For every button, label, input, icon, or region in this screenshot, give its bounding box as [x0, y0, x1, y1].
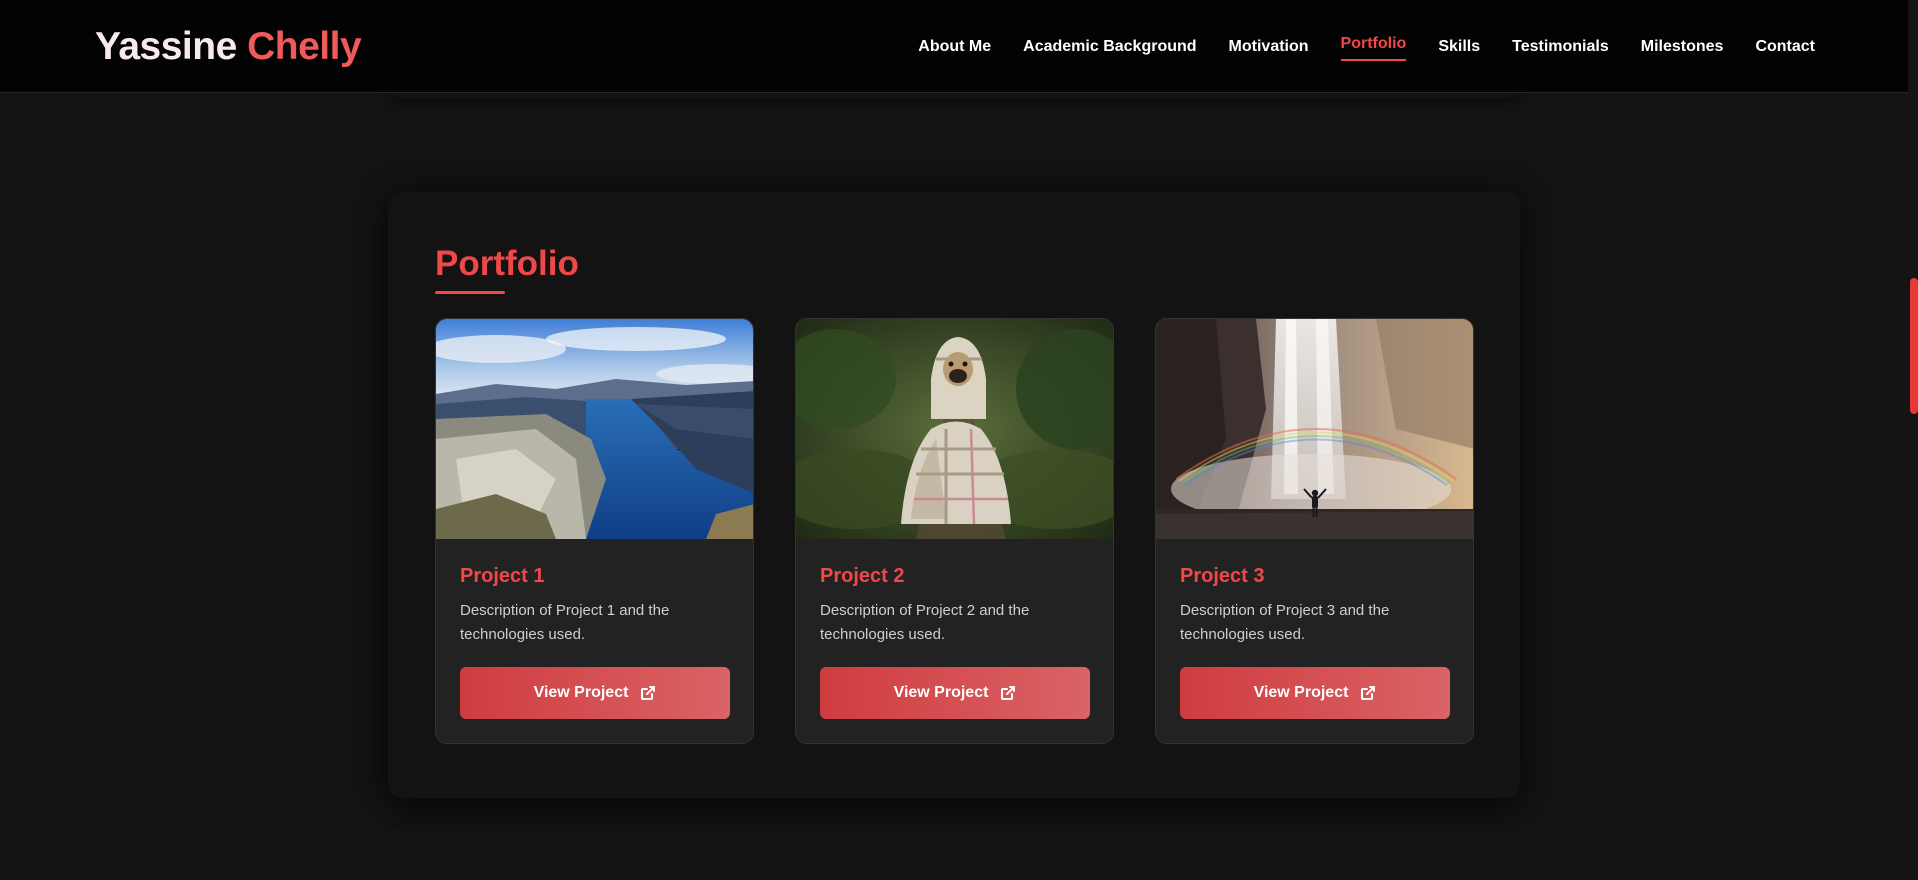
- button-label: View Project: [1253, 684, 1349, 701]
- site-header: Yassine Chelly About Me Academic Backgro…: [0, 0, 1908, 93]
- external-link-icon: [640, 685, 656, 701]
- external-link-icon: [1360, 685, 1376, 701]
- project-card-3: Project 3 Description of Project 3 and t…: [1155, 318, 1474, 744]
- project-description: Description of Project 3 and the technol…: [1180, 602, 1390, 643]
- title-underline: [435, 291, 505, 294]
- nav-academic-background[interactable]: Academic Background: [1023, 38, 1196, 56]
- view-project-button-1[interactable]: View Project: [460, 667, 730, 719]
- project-cards: Project 1 Description of Project 1 and t…: [435, 318, 1474, 744]
- view-project-button-2[interactable]: View Project: [820, 667, 1090, 719]
- section-title: Portfolio: [435, 244, 579, 283]
- project-description: Description of Project 1 and the technol…: [460, 602, 670, 643]
- logo-last-name: Chelly: [247, 25, 362, 68]
- nav-about-me[interactable]: About Me: [918, 38, 991, 56]
- nav-contact[interactable]: Contact: [1755, 38, 1815, 56]
- project-image-fjord: [436, 319, 753, 539]
- nav-skills[interactable]: Skills: [1438, 38, 1480, 56]
- page-scrollbar-thumb[interactable]: [1910, 278, 1918, 414]
- card-body: Project 1 Description of Project 1 and t…: [436, 539, 753, 647]
- view-project-button-3[interactable]: View Project: [1180, 667, 1450, 719]
- button-label: View Project: [893, 684, 989, 701]
- nav-motivation[interactable]: Motivation: [1229, 38, 1309, 56]
- card-body: Project 3 Description of Project 3 and t…: [1156, 539, 1473, 647]
- main-nav: About Me Academic Background Motivation …: [886, 0, 1815, 93]
- page-scrollbar-track[interactable]: [1908, 0, 1918, 880]
- project-description: Description of Project 2 and the technol…: [820, 602, 1030, 643]
- portfolio-section: Portfolio Project 1 Description of Proje…: [388, 192, 1520, 798]
- project-image-waterfall: [1156, 319, 1473, 539]
- nav-testimonials[interactable]: Testimonials: [1512, 38, 1609, 56]
- project-image-pug: [796, 319, 1113, 539]
- card-body: Project 2 Description of Project 2 and t…: [796, 539, 1113, 647]
- nav-portfolio[interactable]: Portfolio: [1340, 35, 1406, 61]
- project-card-2: Project 2 Description of Project 2 and t…: [795, 318, 1114, 744]
- project-title: Project 2: [820, 565, 905, 587]
- nav-milestones[interactable]: Milestones: [1641, 38, 1724, 56]
- project-title: Project 3: [1180, 565, 1265, 587]
- external-link-icon: [1000, 685, 1016, 701]
- project-title: Project 1: [460, 565, 545, 587]
- button-label: View Project: [533, 684, 629, 701]
- site-logo[interactable]: Yassine Chelly: [95, 24, 362, 70]
- logo-first-name: Yassine: [95, 25, 237, 68]
- project-card-1: Project 1 Description of Project 1 and t…: [435, 318, 754, 744]
